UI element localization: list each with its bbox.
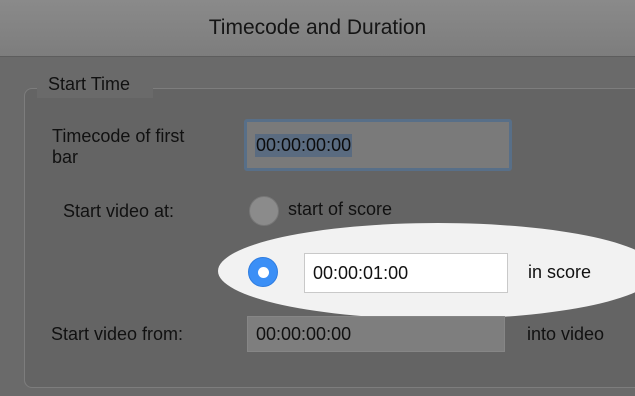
dialog-title: Timecode and Duration [208, 16, 427, 39]
radio-selected-dot [257, 266, 269, 278]
start-video-at-label: Start video at: [63, 201, 175, 221]
start-time-group-label: Start Time [48, 74, 131, 94]
timecode-first-bar-label: Timecode of first bar [52, 126, 184, 168]
into-video-label: into video [527, 324, 605, 344]
start-video-from-field[interactable]: 00:00:00:00 [247, 316, 505, 352]
in-score-label: in score [528, 262, 592, 282]
timecode-first-bar-field[interactable]: 00:00:00:00 [244, 119, 512, 171]
custom-start-time-field[interactable]: 00:00:01:00 [304, 253, 508, 293]
custom-start-time-value: 00:00:01:00 [313, 262, 409, 283]
timecode-label-line2: bar [52, 147, 79, 167]
custom-time-radio-selected[interactable] [248, 257, 278, 287]
start-video-from-value: 00:00:00:00 [256, 323, 352, 344]
timecode-label-line1: Timecode of first [52, 126, 185, 146]
start-of-score-label[interactable]: start of score [288, 199, 392, 220]
start-of-score-radio[interactable] [249, 196, 279, 226]
timecode-first-bar-value: 00:00:00:00 [255, 133, 353, 157]
start-video-from-label: Start video from: [51, 324, 184, 344]
